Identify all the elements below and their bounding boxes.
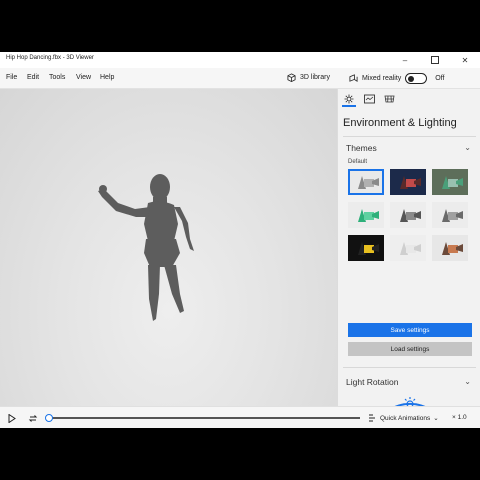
theme-swatch[interactable] [348,202,384,228]
theme-swatch[interactable] [348,169,384,195]
mixed-reality-icon [349,74,358,82]
menu-bar: File Edit Tools View Help 3D library Mix… [0,68,480,89]
tab-stats[interactable] [362,93,376,105]
close-icon: ✕ [461,55,469,65]
cube-icon [287,73,296,82]
close-button[interactable]: ✕ [450,52,480,68]
default-theme-label: Default [348,159,368,165]
divider [343,367,476,368]
theme-swatch[interactable] [348,235,384,261]
panel-title: Environment & Lighting [343,117,457,129]
menu-edit[interactable]: Edit [27,74,39,81]
menu-tools[interactable]: Tools [49,74,65,81]
mixed-reality-control[interactable]: Mixed reality Off [349,73,445,84]
theme-preview [358,176,379,189]
load-settings-button[interactable]: Load settings [348,342,472,356]
sun-icon [344,94,354,104]
dancer-model [98,174,194,321]
theme-swatch[interactable] [390,169,426,195]
light-rotation-dial[interactable] [368,394,452,406]
loop-icon [28,414,38,422]
theme-swatch[interactable] [390,235,426,261]
chevron-down-icon[interactable]: ⌄ [464,143,471,152]
window-title: Hip Hop Dancing.fbx - 3D Viewer [6,55,94,61]
theme-swatch[interactable] [432,169,468,195]
theme-preview [358,242,379,255]
grid-icon [384,95,394,103]
save-settings-button[interactable]: Save settings [348,323,472,337]
toggle-state-label: Off [435,75,445,82]
loop-button[interactable] [27,412,39,424]
theme-swatch[interactable] [432,235,468,261]
theme-preview [400,209,421,222]
animation-icon [369,414,375,422]
tab-grid[interactable] [382,93,396,105]
mixed-reality-label: Mixed reality [362,75,402,82]
tab-environment[interactable] [342,93,356,107]
theme-preview [442,209,463,222]
environment-panel: Environment & Lighting Themes ⌄ Default … [337,89,480,406]
maximize-icon [431,56,439,64]
divider [343,136,476,137]
chevron-down-icon[interactable]: ⌄ [464,377,471,386]
theme-swatch[interactable] [390,202,426,228]
theme-preview [442,242,463,255]
theme-preview [442,176,463,189]
quick-animations-label: Quick Animations [380,414,431,422]
timeline-thumb[interactable] [45,414,53,422]
themes-header[interactable]: Themes [346,143,377,153]
playback-bar: Quick Animations ⌄ × 1.0 [0,406,480,428]
minimize-icon: – [402,55,408,65]
title-bar: Hip Hop Dancing.fbx - 3D Viewer – ✕ [0,52,480,68]
mixed-reality-toggle[interactable] [405,73,428,84]
library-label: 3D library [300,74,330,81]
menu-file[interactable]: File [6,74,17,81]
theme-preview [400,176,421,189]
theme-preview [400,242,421,255]
quick-animations-button[interactable]: Quick Animations ⌄ [368,414,439,422]
maximize-button[interactable] [420,52,450,68]
stats-icon [363,94,375,104]
speed-control[interactable]: × 1.0 [452,414,467,421]
theme-swatch[interactable] [432,202,468,228]
app-window: Hip Hop Dancing.fbx - 3D Viewer – ✕ File… [0,52,480,428]
toggle-knob [408,75,415,82]
chevron-down-icon: ⌄ [433,415,439,422]
library-button[interactable]: 3D library [287,73,330,82]
minimize-button[interactable]: – [390,52,420,68]
menu-view[interactable]: View [76,74,91,81]
timeline-track[interactable] [48,417,360,419]
menu-help[interactable]: Help [100,74,114,81]
theme-preview [358,209,379,222]
light-rotation-header[interactable]: Light Rotation [346,377,398,387]
3d-viewport[interactable] [0,89,337,406]
play-icon [8,413,16,423]
play-button[interactable] [6,412,18,424]
